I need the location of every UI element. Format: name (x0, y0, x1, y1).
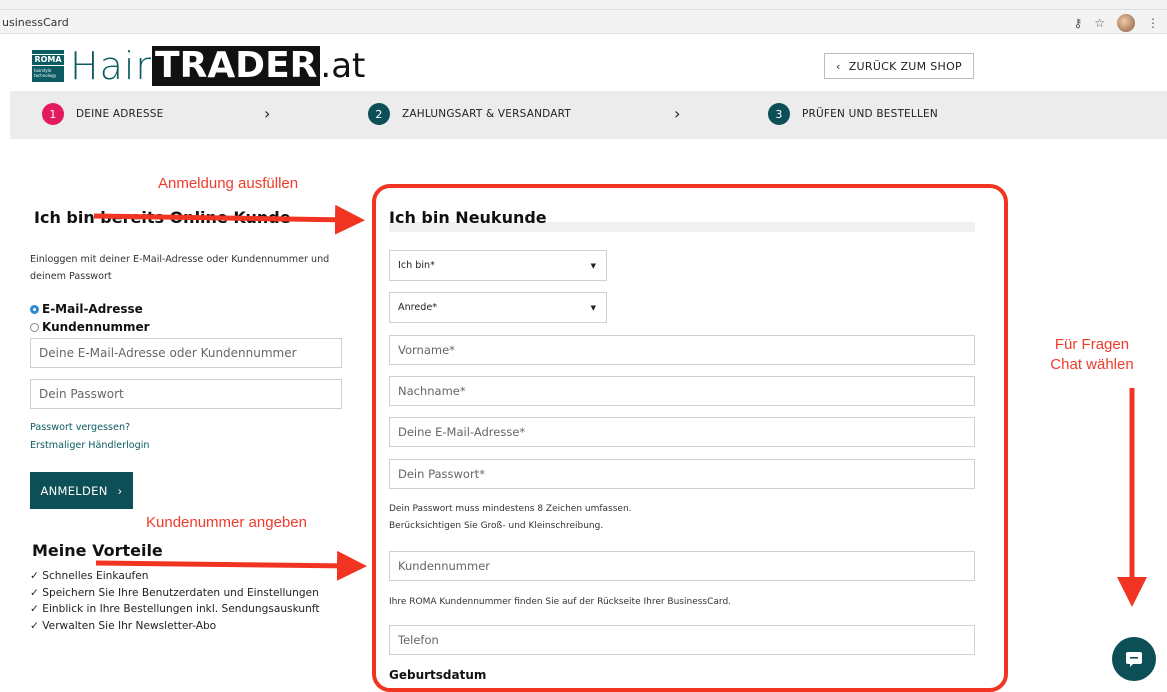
browser-tab-title[interactable]: usinessCard (2, 16, 69, 29)
kebab-menu-icon[interactable]: ⋮ (1147, 16, 1159, 30)
logo-at: .at (320, 46, 366, 86)
browser-toolbar: usinessCard ⚷ ☆ ⋮ (0, 0, 1167, 34)
star-icon[interactable]: ☆ (1094, 16, 1105, 30)
login-email-input[interactable]: Deine E-Mail-Adresse oder Kundennummer (30, 338, 342, 368)
step-payment: 2 ZAHLUNGSART & VERSANDART (368, 103, 571, 125)
chevron-right-icon: › (674, 104, 681, 123)
back-to-shop-button[interactable]: ‹ ZURÜCK ZUM SHOP (824, 53, 974, 79)
list-item: Einblick in Ihre Bestellungen inkl. Send… (30, 601, 319, 618)
annotation-fill-login: Anmeldung ausfüllen (158, 175, 299, 192)
step-address: 1 DEINE ADRESSE (42, 103, 163, 125)
step-review: 3 PRÜFEN UND BESTELLEN (768, 103, 938, 125)
radio-customer-number[interactable]: Kundennummer (30, 320, 150, 334)
radio-email[interactable]: E-Mail-Adresse (30, 302, 143, 316)
arrow-to-customer-number (95, 550, 367, 581)
login-heading: Ich bin bereits Online Kunde (34, 208, 291, 227)
radio-unchecked-icon[interactable] (30, 322, 39, 332)
logo-trader: TRADER (152, 46, 321, 86)
benefits-list: Schnelles Einkaufen Speichern Sie Ihre B… (30, 568, 320, 635)
list-item: Schnelles Einkaufen (30, 568, 320, 585)
roma-badge: ROMA hairstyle technology (31, 50, 65, 82)
browser-icons: ⚷ ☆ ⋮ (1073, 14, 1159, 32)
key-icon[interactable]: ⚷ (1073, 16, 1082, 30)
benefits-heading: Meine Vorteile (32, 541, 163, 560)
list-item: Verwalten Sie Ihr Newsletter-Abo (30, 618, 320, 635)
login-password-input[interactable]: Dein Passwort (30, 379, 342, 409)
chevron-right-icon: › (264, 104, 271, 123)
browser-divider (0, 9, 1167, 10)
login-button[interactable]: ANMELDEN › (30, 472, 133, 509)
logo-hair: Hair (70, 44, 153, 88)
annotation-frame (372, 184, 1008, 692)
site-logo[interactable]: ROMA hairstyle technology Hair TRADER .a… (31, 44, 366, 88)
radio-checked-icon[interactable] (30, 304, 39, 314)
chat-button[interactable] (1112, 637, 1156, 681)
dealer-login-link[interactable]: Erstmaliger Händlerlogin (30, 440, 149, 451)
list-item: Speichern Sie Ihre Benutzerdaten und Ein… (30, 585, 320, 602)
chevron-left-icon: ‹ (836, 59, 841, 73)
checkout-steps: 1 DEINE ADRESSE › 2 ZAHLUNGSART & VERSAN… (10, 91, 1167, 139)
annotation-chat: Für Fragen Chat wählen (1050, 336, 1134, 373)
chevron-right-icon: › (117, 483, 123, 498)
forgot-password-link[interactable]: Passwort vergessen? (30, 422, 130, 433)
annotation-customer-number: Kundenummer angeben (146, 514, 307, 531)
profile-avatar[interactable] (1117, 14, 1135, 32)
chat-bubble-icon (1126, 652, 1142, 667)
login-description: Einloggen mit deiner E-Mail-Adresse oder… (30, 254, 330, 282)
